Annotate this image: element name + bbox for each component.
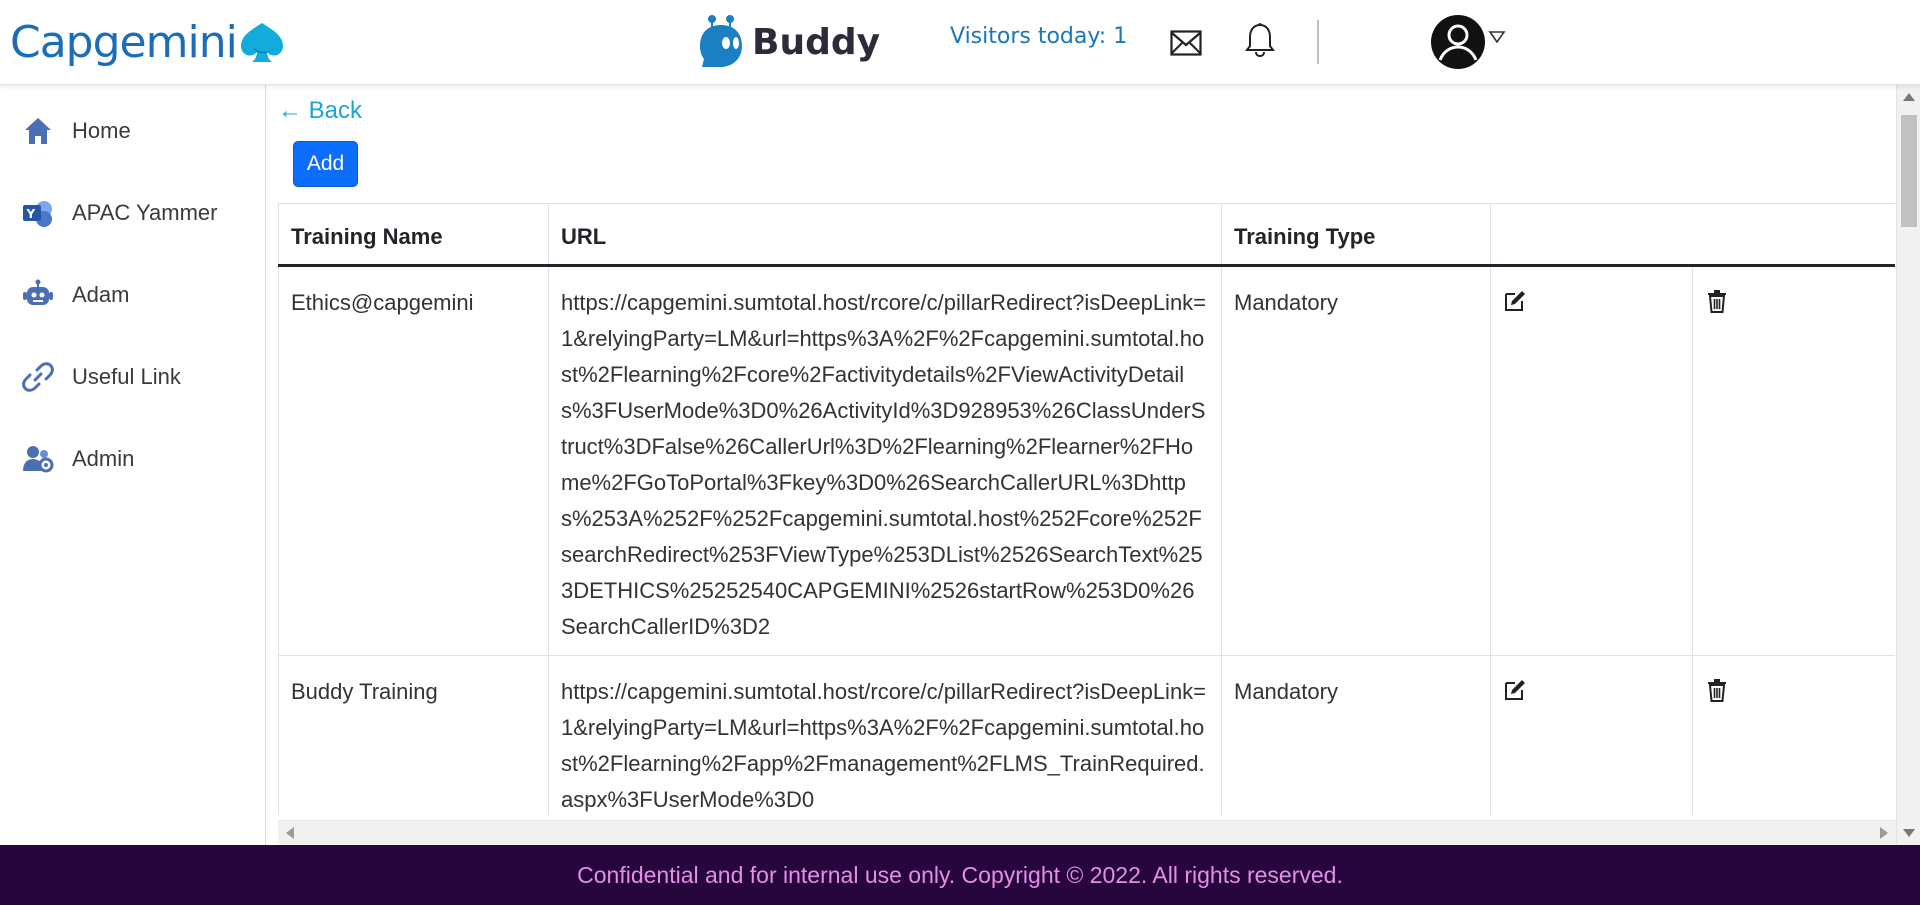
add-button[interactable]: Add — [293, 141, 358, 187]
link-icon — [22, 362, 54, 392]
back-link[interactable]: ← Back — [278, 97, 362, 125]
page-footer: Confidential and for internal use only. … — [0, 845, 1920, 905]
sidebar-item-home[interactable]: Home — [0, 101, 266, 161]
scroll-left-arrow-icon[interactable] — [286, 827, 294, 839]
sidebar-item-apac-yammer[interactable]: Y APAC Yammer — [0, 183, 266, 243]
capgemini-logo[interactable]: Capgemini — [10, 10, 285, 74]
buddy-logo[interactable]: Buddy — [696, 12, 880, 72]
table-row: Ethics@capgemini https://capgemini.sumto… — [278, 265, 1895, 656]
home-icon — [25, 118, 51, 144]
sidebar-item-label: Home — [72, 118, 131, 143]
brand-name: Capgemini — [10, 16, 238, 68]
training-table-container: Training Name URL Training Type Ethics@c… — [278, 203, 1895, 815]
user-avatar-icon[interactable] — [1430, 14, 1486, 70]
sidebar-item-useful-link[interactable]: Useful Link — [0, 347, 266, 407]
training-type-cell: Mandatory — [1221, 265, 1491, 656]
vertical-scroll-thumb[interactable] — [1901, 115, 1917, 227]
sidebar-item-label: APAC Yammer — [72, 200, 218, 225]
column-header-url[interactable]: URL — [548, 203, 1222, 267]
chevron-down-icon[interactable] — [1488, 30, 1506, 44]
admin-users-icon — [23, 446, 54, 473]
scroll-up-arrow-icon[interactable] — [1903, 93, 1915, 101]
training-table: Training Name URL Training Type Ethics@c… — [278, 203, 1895, 815]
spade-logo-icon — [240, 23, 283, 62]
training-type-cell: Mandatory — [1221, 655, 1491, 815]
buddy-app-name: Buddy — [752, 21, 881, 63]
url-cell: https://capgemini.sumtotal.host/rcore/c/… — [548, 655, 1222, 815]
edit-icon[interactable] — [1503, 289, 1527, 313]
training-name-cell: Buddy Training — [278, 655, 549, 815]
column-header-training-type[interactable]: Training Type — [1221, 203, 1491, 267]
buddy-mascot-icon — [700, 15, 742, 67]
column-header-training-name[interactable]: Training Name — [278, 203, 549, 267]
top-header: Capgemini Buddy Visitors today: 1 — [0, 0, 1920, 85]
visitors-count: Visitors today: 1 — [950, 24, 1128, 49]
sidebar-nav: Home Y APAC Yammer Adam Useful Link Admi… — [0, 85, 266, 845]
yammer-icon: Y — [23, 201, 52, 227]
column-header-actions — [1490, 203, 1895, 267]
svg-text:Y: Y — [26, 207, 36, 221]
sidebar-item-admin[interactable]: Admin — [0, 429, 266, 489]
bell-icon[interactable] — [1244, 22, 1276, 58]
url-cell: https://capgemini.sumtotal.host/rcore/c/… — [548, 265, 1222, 656]
table-header-row: Training Name URL Training Type — [278, 203, 1895, 267]
table-row: Buddy Training https://capgemini.sumtota… — [278, 655, 1895, 815]
scroll-down-arrow-icon[interactable] — [1903, 829, 1915, 837]
footer-copyright: Confidential and for internal use only. … — [577, 861, 1343, 888]
delete-cell — [1692, 655, 1895, 815]
sidebar-item-label: Adam — [72, 282, 130, 307]
vertical-scrollbar[interactable] — [1896, 85, 1920, 845]
training-name-cell: Ethics@capgemini — [278, 265, 549, 656]
trash-icon[interactable] — [1705, 678, 1729, 702]
horizontal-scrollbar[interactable] — [278, 820, 1896, 844]
edit-cell — [1490, 655, 1693, 815]
main-content: ← Back Add Training Name URL Training Ty… — [266, 85, 1920, 845]
sidebar-item-label: Admin — [72, 446, 135, 471]
scroll-right-arrow-icon[interactable] — [1880, 827, 1888, 839]
header-divider — [1317, 20, 1319, 64]
mail-icon[interactable] — [1170, 30, 1202, 56]
edit-cell — [1490, 265, 1693, 656]
delete-cell — [1692, 265, 1895, 656]
trash-icon[interactable] — [1705, 289, 1729, 313]
sidebar-item-label: Useful Link — [72, 364, 181, 389]
robot-icon — [23, 279, 53, 305]
edit-icon[interactable] — [1503, 678, 1527, 702]
sidebar-item-adam[interactable]: Adam — [0, 265, 266, 325]
